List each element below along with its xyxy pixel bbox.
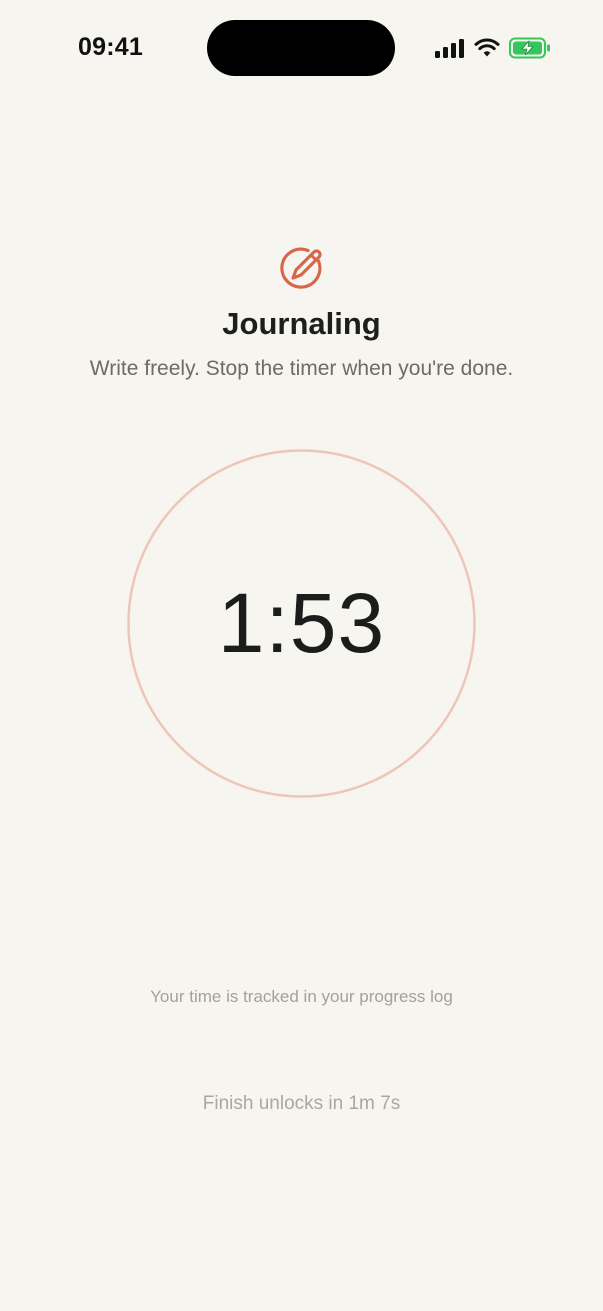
signal-icon [435, 38, 465, 58]
status-icons [435, 37, 551, 59]
timer-display: 1:53 [217, 576, 386, 670]
battery-charging-icon [509, 37, 551, 59]
progress-log-note: Your time is tracked in your progress lo… [150, 987, 453, 1006]
status-bar: 09:41 [0, 0, 603, 100]
pencil-circle-icon [278, 244, 325, 291]
page-subtitle: Write freely. Stop the timer when you're… [89, 357, 514, 380]
page-title: Journaling [222, 306, 381, 341]
dynamic-island [207, 20, 395, 76]
finish-unlock-note: Finish unlocks in 1m 7s [202, 1093, 401, 1114]
status-time: 09:41 [78, 33, 143, 61]
wifi-icon [474, 38, 500, 58]
